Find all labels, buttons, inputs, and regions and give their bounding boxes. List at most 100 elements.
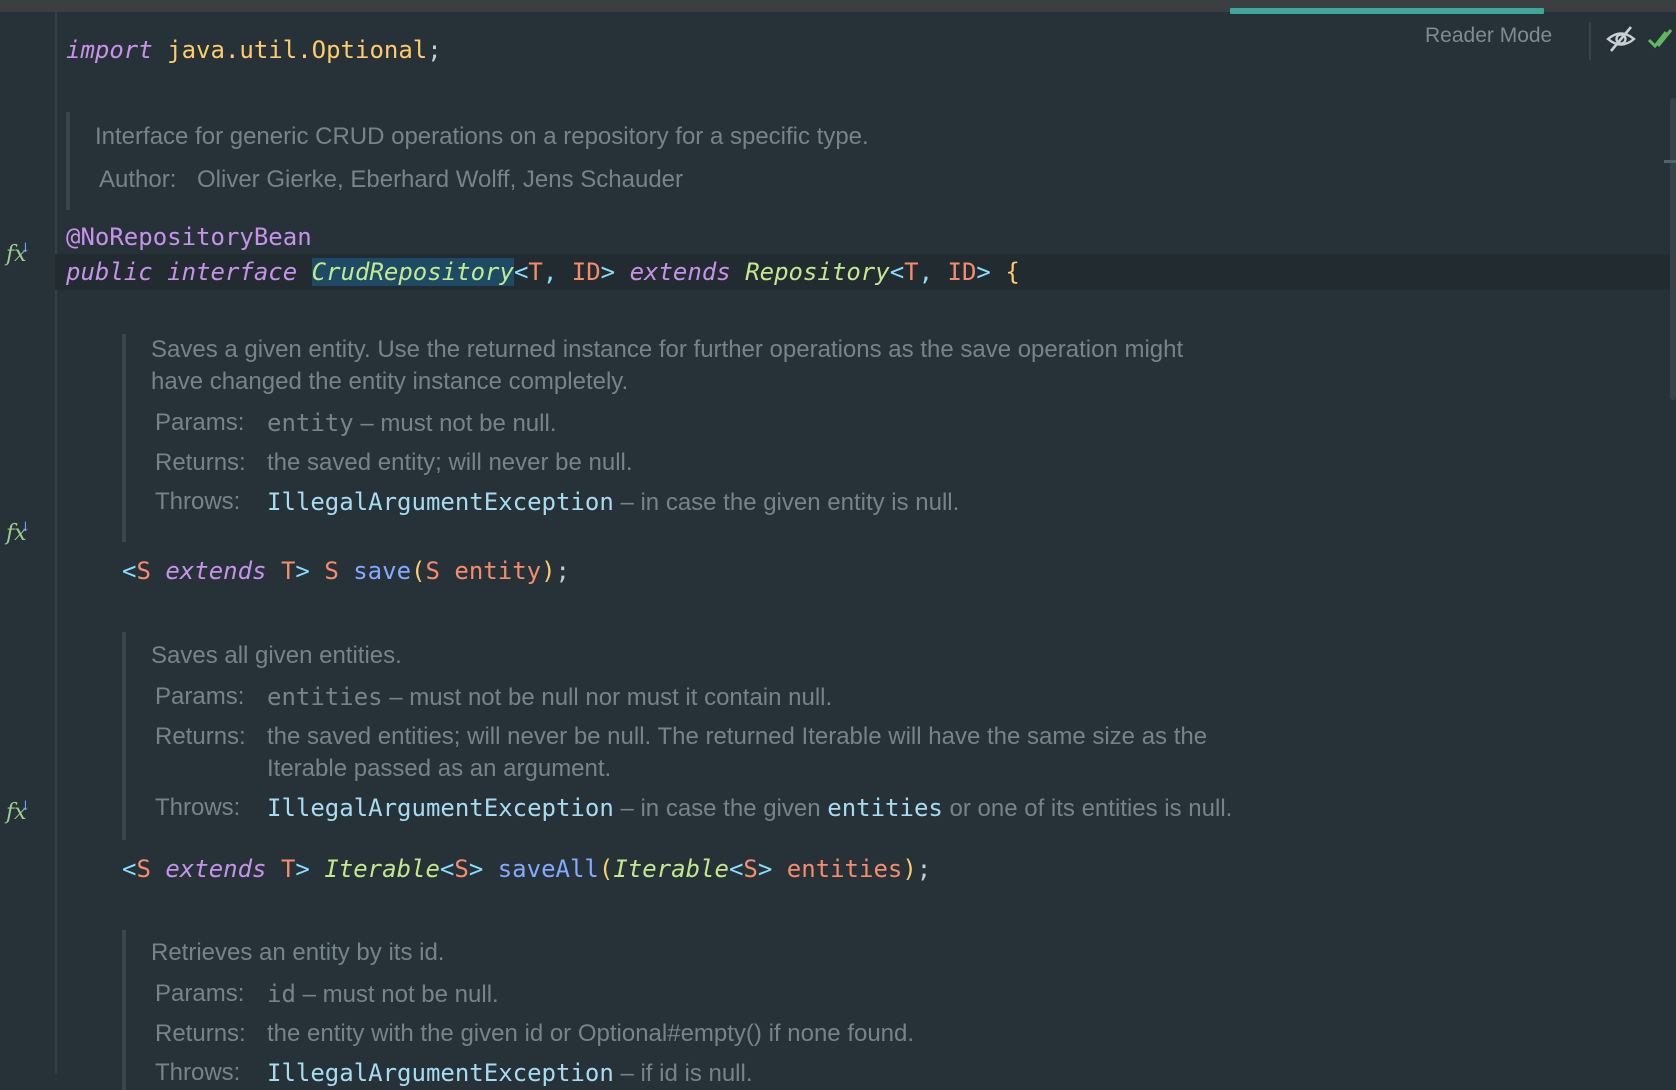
save-method-signature[interactable]: <S extends T> S save(S entity); [122, 554, 570, 588]
type-param-s: S [743, 855, 758, 883]
doc-throws-text-b: or one of its entities is null. [942, 795, 1233, 822]
comma: , [542, 258, 572, 286]
doc-throws-link[interactable]: IllegalArgumentException [267, 1059, 614, 1087]
semicolon: ; [555, 557, 570, 585]
extends-keyword: extends [629, 258, 731, 286]
doc-params-row: Params: id – must not be null. [151, 978, 1401, 1011]
eye-crossed-icon[interactable] [1605, 24, 1637, 54]
doc-description: Interface for generic CRUD operations on… [95, 123, 869, 150]
doc-author-value: Oliver Gierke, Eberhard Wolff, Jens Scha… [197, 166, 683, 193]
implemented-in-icon[interactable]: fx ↓ [6, 520, 32, 546]
doc-returns-text-line1: the saved entities; will never be null. … [267, 723, 1208, 750]
open-brace: { [1005, 258, 1020, 286]
public-keyword: public [66, 258, 153, 286]
doc-description: Retrieves an entity by its id. [151, 939, 445, 966]
return-type: S [324, 557, 339, 585]
generic-bracket: > [976, 258, 991, 286]
doc-throws-link[interactable]: IllegalArgumentException [267, 794, 614, 822]
generic-bracket: > [295, 855, 310, 883]
implemented-in-icon[interactable]: fx ↓ [6, 799, 32, 825]
paren: ( [598, 855, 614, 883]
doc-params-label: Params: [155, 409, 245, 436]
import-line[interactable]: import java.util.Optional; [66, 33, 442, 67]
type-param-s: S [136, 855, 151, 883]
implemented-in-icon[interactable]: fx ↓ [6, 241, 32, 267]
doc-param-name: entity [267, 409, 354, 437]
extends-keyword: extends [165, 855, 267, 883]
generic-bracket: > [468, 855, 484, 883]
generic-bracket: < [122, 855, 137, 883]
type-param-t: T [280, 855, 296, 883]
active-tab-indicator [1230, 8, 1544, 14]
doc-throws-text: – in case the given [613, 795, 828, 822]
generic-bracket: < [889, 258, 905, 286]
doc-returns-text: the entity with the given id or Optional… [267, 1020, 915, 1047]
generic-bracket: < [122, 557, 137, 585]
doc-throws-row: Throws: IllegalArgumentException – in ca… [151, 486, 1401, 519]
doc-throws-label: Throws: [155, 488, 241, 515]
type-param-t: T [280, 557, 296, 585]
scrollbar-marker [1664, 160, 1676, 163]
doc-returns-label: Returns: [155, 449, 246, 476]
doc-returns-text: the saved entity; will never be null. [267, 449, 633, 476]
return-type-iterable[interactable]: Iterable [324, 855, 440, 883]
type-param-id: ID [571, 258, 601, 286]
parent-interface[interactable]: Repository [745, 258, 890, 286]
doc-returns-row: Returns: the saved entity; will never be… [151, 447, 1401, 479]
interface-keyword: interface [167, 258, 298, 286]
doc-entities-link[interactable]: entities [827, 794, 943, 822]
method-name-save-all[interactable]: saveAll [498, 855, 599, 883]
param-name: entity [454, 557, 542, 585]
generic-bracket: < [513, 258, 529, 286]
doc-param-name: id [267, 980, 296, 1008]
doc-params-row: Params: entity – must not be null. [151, 407, 1401, 440]
doc-returns-row: Returns: the saved entities; will never … [151, 721, 1401, 785]
doc-params-label: Params: [155, 683, 245, 710]
import-keyword: import [66, 36, 153, 64]
doc-returns-label: Returns: [155, 1020, 246, 1047]
doc-params-row: Params: entities – must not be null nor … [151, 681, 1401, 714]
doc-author-row: Author: Oliver Gierke, Eberhard Wolff, J… [95, 164, 1495, 196]
type-param-t: T [528, 258, 543, 286]
doc-returns-row: Returns: the entity with the given id or… [151, 1018, 1401, 1050]
param-type: S [425, 557, 440, 585]
annotation-line[interactable]: @NoRepositoryBean [66, 220, 312, 254]
save-doc-comment: Saves a given entity. Use the returned i… [122, 334, 1401, 542]
doc-description-line2: have changed the entity instance complet… [151, 368, 629, 395]
doc-throws-link[interactable]: IllegalArgumentException [267, 488, 614, 516]
param-name: entities [786, 855, 903, 883]
doc-returns-text-line2: Iterable passed as an argument. [267, 755, 612, 782]
semicolon: ; [916, 855, 932, 883]
generic-bracket: > [295, 557, 310, 585]
doc-throws-row: Throws: IllegalArgumentException – in ca… [151, 792, 1401, 825]
vertical-scrollbar[interactable] [1670, 98, 1676, 400]
type-param-id: ID [947, 258, 977, 286]
save-all-doc-comment: Saves all given entities. Params: entiti… [122, 632, 1401, 840]
find-by-id-doc-comment: Retrieves an entity by its id. Params: i… [122, 930, 1401, 1090]
doc-description-line1: Saves a given entity. Use the returned i… [151, 336, 1184, 363]
double-check-icon[interactable] [1647, 24, 1676, 54]
paren: ( [411, 557, 426, 585]
doc-param-name: entities [267, 683, 383, 711]
method-name-save[interactable]: save [353, 557, 411, 585]
doc-param-text: – must not be null nor must it contain n… [382, 684, 833, 711]
generic-bracket: < [439, 855, 455, 883]
generic-bracket: < [728, 855, 744, 883]
param-type-iterable[interactable]: Iterable [613, 855, 729, 883]
doc-returns-label: Returns: [155, 723, 246, 750]
doc-author-label: Author: [99, 166, 177, 193]
paren: ) [541, 557, 556, 585]
type-param-t: T [904, 258, 919, 286]
paren: ) [902, 855, 917, 883]
generic-bracket: > [600, 258, 616, 286]
save-all-method-signature[interactable]: <S extends T> Iterable<S> saveAll(Iterab… [122, 852, 931, 886]
reader-mode-button[interactable]: Reader Mode [1425, 24, 1552, 48]
extends-keyword: extends [165, 557, 267, 585]
interface-name[interactable]: CrudRepository [311, 258, 514, 286]
generic-bracket: > [757, 855, 773, 883]
type-param-s: S [136, 557, 151, 585]
doc-params-label: Params: [155, 980, 245, 1007]
doc-throws-label: Throws: [155, 794, 241, 821]
comma: , [918, 258, 948, 286]
interface-declaration[interactable]: public interface CrudRepository<T, ID> e… [66, 255, 1020, 289]
